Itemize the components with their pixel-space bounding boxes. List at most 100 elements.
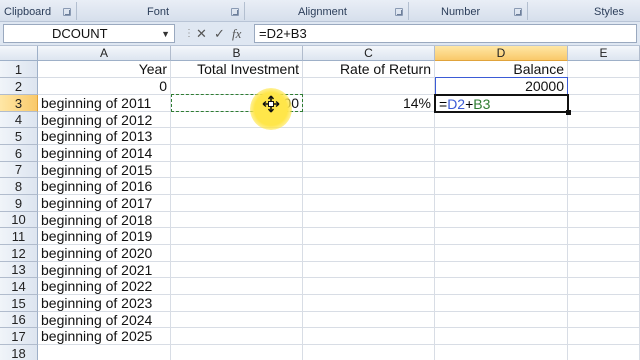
grid-cell[interactable] — [435, 312, 568, 328]
grid-cell[interactable] — [568, 178, 640, 195]
name-box[interactable]: DCOUNT ▼ — [3, 24, 175, 43]
grid-cell[interactable] — [303, 228, 435, 245]
grid-cell[interactable] — [435, 145, 568, 162]
grid-cell[interactable] — [568, 345, 640, 360]
grid-cell[interactable] — [303, 212, 435, 228]
grid-cell[interactable] — [435, 212, 568, 228]
grid-cell[interactable] — [303, 245, 435, 262]
grid-cell[interactable] — [171, 178, 303, 195]
row-header-13[interactable]: 13 — [0, 262, 38, 278]
grid-cell[interactable] — [435, 112, 568, 128]
cell-c3[interactable]: 14% — [303, 95, 435, 112]
insert-function-icon[interactable]: fx — [232, 24, 241, 43]
grid-cell[interactable] — [568, 312, 640, 328]
grid-cell[interactable] — [171, 195, 303, 212]
grid-cell[interactable] — [435, 345, 568, 360]
row-header-12[interactable]: 12 — [0, 245, 38, 262]
cell-a15[interactable]: beginning of 2023 — [38, 295, 171, 312]
grid-cell[interactable] — [435, 228, 568, 245]
grid-cell[interactable] — [38, 345, 171, 360]
formula-input[interactable]: =D2+B3 — [254, 24, 637, 43]
grid-cell[interactable] — [171, 295, 303, 312]
cell-a2[interactable]: 0 — [38, 78, 171, 95]
grid-cell[interactable] — [303, 162, 435, 178]
grid-cell[interactable] — [435, 245, 568, 262]
enter-icon[interactable]: ✓ — [214, 24, 225, 43]
row-header-8[interactable]: 8 — [0, 178, 38, 195]
grid-cell[interactable] — [303, 178, 435, 195]
row-header-1[interactable]: 1 — [0, 61, 38, 78]
grid-cell[interactable] — [568, 328, 640, 345]
grid-cell[interactable] — [303, 312, 435, 328]
grid-cell[interactable] — [171, 278, 303, 295]
cancel-icon[interactable]: ✕ — [196, 24, 207, 43]
column-header-e[interactable]: E — [568, 46, 640, 61]
alignment-dialog-launcher-icon[interactable] — [395, 8, 403, 16]
row-header-4[interactable]: 4 — [0, 112, 38, 128]
cell-a3[interactable]: beginning of 2011 — [38, 95, 171, 112]
cell-a10[interactable]: beginning of 2018 — [38, 212, 171, 228]
grid-cell[interactable] — [435, 295, 568, 312]
number-dialog-launcher-icon[interactable] — [514, 8, 522, 16]
row-header-15[interactable]: 15 — [0, 295, 38, 312]
row-header-14[interactable]: 14 — [0, 278, 38, 295]
cell-a14[interactable]: beginning of 2022 — [38, 278, 171, 295]
grid-cell[interactable] — [303, 128, 435, 145]
cell-d2[interactable]: 20000 — [435, 78, 568, 95]
column-header-d[interactable]: D — [435, 46, 568, 61]
grid-cell[interactable] — [171, 128, 303, 145]
row-header-5[interactable]: 5 — [0, 128, 38, 145]
grid-cell[interactable] — [435, 95, 568, 112]
row-header-2[interactable]: 2 — [0, 78, 38, 95]
fill-handle[interactable] — [566, 110, 571, 115]
row-header-3[interactable]: 3 — [0, 95, 38, 112]
grid-cell[interactable] — [568, 278, 640, 295]
cell-a4[interactable]: beginning of 2012 — [38, 112, 171, 128]
grid-cell[interactable] — [435, 328, 568, 345]
cell-c1[interactable]: Rate of Return — [303, 61, 435, 78]
cell-d1[interactable]: Balance — [435, 61, 568, 78]
grid-cell[interactable] — [568, 212, 640, 228]
grid-cell[interactable] — [303, 295, 435, 312]
grid-cell[interactable] — [171, 345, 303, 360]
column-header-c[interactable]: C — [303, 46, 435, 61]
cell-a13[interactable]: beginning of 2021 — [38, 262, 171, 278]
grid-cell[interactable] — [568, 295, 640, 312]
cell-a7[interactable]: beginning of 2015 — [38, 162, 171, 178]
grid-cell[interactable] — [568, 262, 640, 278]
grid-cell[interactable] — [303, 145, 435, 162]
grid-cell[interactable] — [303, 262, 435, 278]
row-header-16[interactable]: 16 — [0, 312, 38, 328]
grid-cell[interactable] — [303, 112, 435, 128]
grid-cell[interactable] — [568, 128, 640, 145]
grid-cell[interactable] — [435, 262, 568, 278]
grid-cell[interactable] — [435, 195, 568, 212]
cell-a6[interactable]: beginning of 2014 — [38, 145, 171, 162]
chevron-down-icon[interactable]: ▼ — [161, 25, 170, 43]
grid-cell[interactable] — [303, 78, 435, 95]
grid-cell[interactable] — [171, 328, 303, 345]
grid-cell[interactable] — [568, 228, 640, 245]
grid-cell[interactable] — [435, 178, 568, 195]
grid-cell[interactable] — [435, 128, 568, 145]
cell-a9[interactable]: beginning of 2017 — [38, 195, 171, 212]
row-header-6[interactable]: 6 — [0, 145, 38, 162]
cell-a11[interactable]: beginning of 2019 — [38, 228, 171, 245]
cell-a12[interactable]: beginning of 2020 — [38, 245, 171, 262]
grid-cell[interactable] — [171, 312, 303, 328]
grid-cell[interactable] — [568, 145, 640, 162]
grid-cell[interactable] — [171, 245, 303, 262]
cell-a5[interactable]: beginning of 2013 — [38, 128, 171, 145]
grid-cell[interactable] — [568, 162, 640, 178]
row-header-17[interactable]: 17 — [0, 328, 38, 345]
row-header-9[interactable]: 9 — [0, 195, 38, 212]
cell-a1[interactable]: Year — [38, 61, 171, 78]
column-header-b[interactable]: B — [171, 46, 303, 61]
grid-cell[interactable] — [435, 278, 568, 295]
row-header-11[interactable]: 11 — [0, 228, 38, 245]
column-header-a[interactable]: A — [38, 46, 171, 61]
cell-a17[interactable]: beginning of 2025 — [38, 328, 171, 345]
select-all-corner[interactable] — [0, 46, 38, 61]
row-header-18[interactable]: 18 — [0, 345, 38, 360]
grid-cell[interactable] — [171, 262, 303, 278]
